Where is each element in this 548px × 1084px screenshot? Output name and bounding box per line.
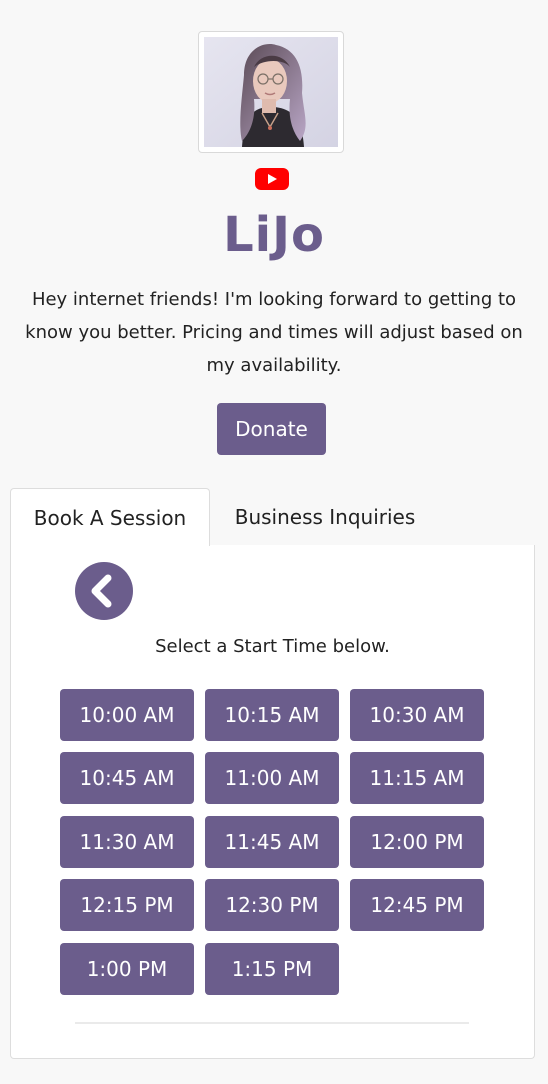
time-slot-button[interactable]: 12:45 PM [350, 879, 484, 931]
time-slot-button[interactable]: 10:00 AM [60, 689, 194, 741]
time-slot-button[interactable]: 11:30 AM [60, 816, 194, 868]
time-slot-button[interactable]: 11:00 AM [205, 752, 339, 804]
youtube-icon[interactable] [255, 168, 289, 190]
instruction-text: Select a Start Time below. [155, 636, 390, 657]
time-slot-button[interactable]: 10:30 AM [350, 689, 484, 741]
panel-divider [75, 1022, 469, 1024]
avatar [198, 31, 344, 153]
booking-panel: Select a Start Time below. 10:00 AM 10:1… [10, 545, 535, 1059]
chevron-left-icon [75, 562, 133, 620]
time-slot-button[interactable]: 12:30 PM [205, 879, 339, 931]
profile-photo [204, 37, 338, 147]
time-slot-button[interactable]: 1:00 PM [60, 943, 194, 995]
booking-page: LiJo Hey internet friends! I'm looking f… [0, 0, 548, 1084]
time-slot-button[interactable]: 12:15 PM [60, 879, 194, 931]
brand-name: LiJo [223, 207, 325, 263]
profile-bio: Hey internet friends! I'm looking forwar… [25, 289, 523, 376]
time-slot-button[interactable]: 12:00 PM [350, 816, 484, 868]
time-slot-button[interactable]: 11:45 AM [205, 816, 339, 868]
back-button[interactable] [75, 562, 133, 620]
time-slot-button[interactable]: 11:15 AM [350, 752, 484, 804]
tab-business-inquiries[interactable]: Business Inquiries [210, 488, 440, 546]
time-slot-button[interactable]: 1:15 PM [205, 943, 339, 995]
time-slot-button[interactable]: 10:15 AM [205, 689, 339, 741]
tab-bar: Book A Session Business Inquiries [10, 488, 535, 546]
time-slot-button[interactable]: 10:45 AM [60, 752, 194, 804]
donate-button[interactable]: Donate [217, 403, 326, 455]
tab-book-a-session[interactable]: Book A Session [10, 488, 210, 546]
